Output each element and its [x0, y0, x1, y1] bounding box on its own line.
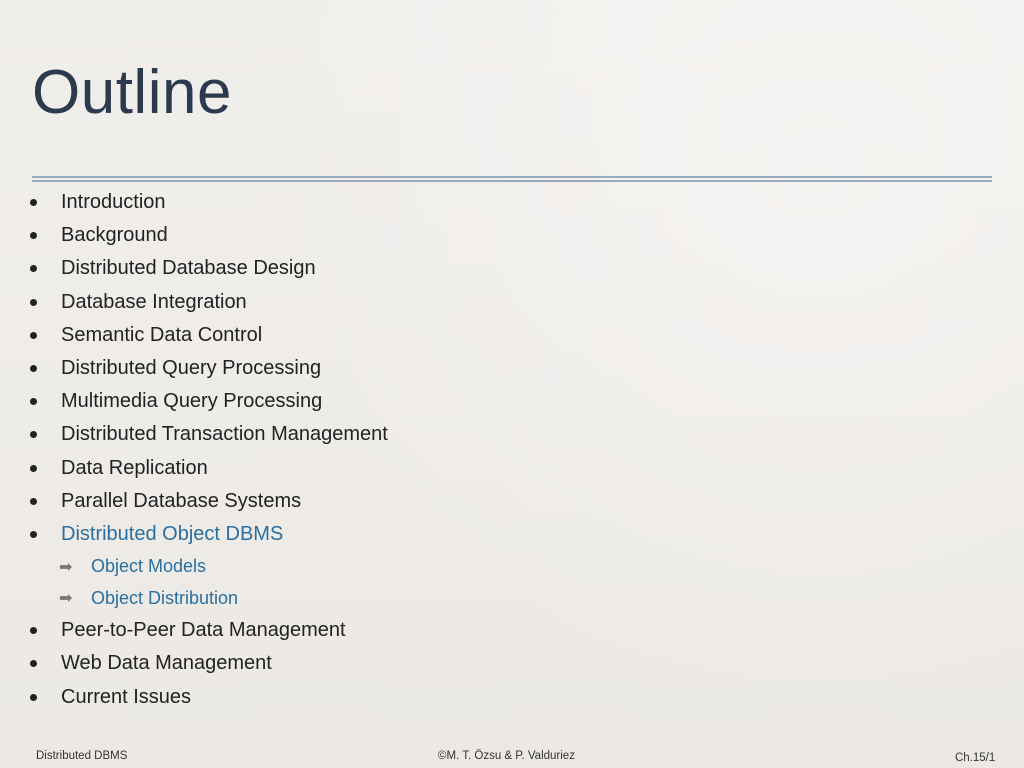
list-item: Parallel Database Systems: [30, 485, 730, 518]
list-item: Distributed Query Processing: [30, 352, 730, 385]
list-item: Database Integration: [30, 286, 730, 319]
list-item: Multimedia Query Processing: [30, 385, 730, 418]
bullet-icon: [30, 530, 37, 538]
list-item-label: Data Replication: [61, 456, 208, 479]
sub-list-item-label: Object Models: [91, 556, 207, 577]
slide-title: Outline: [32, 58, 232, 127]
bullet-icon: [30, 660, 37, 668]
bullet-icon: [30, 331, 37, 339]
arrow-right-icon: ➡: [59, 558, 73, 576]
list-item: Distributed Database Design: [30, 252, 730, 285]
list-item-label: Introduction: [61, 191, 166, 214]
list-item-label: Database Integration: [61, 290, 247, 313]
bullet-icon: [30, 199, 37, 207]
list-item: Semantic Data Control: [30, 319, 730, 352]
list-item-label: Distributed Database Design: [61, 257, 316, 280]
list-item-label: Parallel Database Systems: [61, 489, 302, 512]
list-item-label: Background: [61, 224, 168, 247]
list-item: Current Issues: [30, 680, 730, 713]
bullet-icon: [30, 265, 37, 273]
bullet-icon: [30, 232, 37, 240]
title-rule-top: [32, 176, 992, 178]
sub-list-item: ➡ Object Models: [30, 551, 730, 583]
outline-list: Introduction Background Distributed Data…: [30, 186, 730, 714]
bullet-icon: [30, 464, 37, 472]
list-item-label: Distributed Query Processing: [61, 357, 322, 380]
footer-copyright: ©M. T. Özsu & P. Valduriez: [438, 750, 575, 762]
list-item-label: Peer-to-Peer Data Management: [61, 619, 346, 642]
title-rule-bottom: [32, 180, 992, 182]
list-item-label: Distributed Object DBMS: [61, 522, 284, 545]
bullet-icon: [30, 365, 37, 373]
list-item: Background: [30, 219, 730, 252]
list-item-label: Distributed Transaction Management: [61, 423, 388, 446]
list-item-label: Web Data Management: [61, 652, 272, 675]
sub-list-item-label: Object Distribution: [91, 587, 239, 608]
list-item: Web Data Management: [30, 647, 730, 680]
slide: Outline Introduction Background Distribu…: [0, 0, 1024, 768]
list-item-label: Semantic Data Control: [61, 323, 263, 346]
sub-list-item: ➡ Object Distribution: [30, 583, 730, 615]
list-item: Distributed Transaction Management: [30, 418, 730, 451]
list-item-label: Current Issues: [61, 685, 192, 708]
bullet-icon: [30, 627, 37, 635]
list-item: Peer-to-Peer Data Management: [30, 614, 730, 647]
arrow-right-icon: ➡: [59, 590, 73, 608]
bullet-icon: [30, 398, 37, 406]
bullet-icon: [30, 497, 37, 505]
footer-course: Distributed DBMS: [36, 750, 128, 762]
bullet-icon: [30, 693, 37, 701]
list-item: Data Replication: [30, 452, 730, 485]
list-item: Introduction: [30, 186, 730, 219]
list-item-label: Multimedia Query Processing: [61, 390, 323, 413]
bullet-icon: [30, 431, 37, 439]
footer-slide-number: Ch.15/1: [955, 752, 996, 764]
bullet-icon: [30, 298, 37, 306]
list-item-current: Distributed Object DBMS: [30, 518, 730, 551]
